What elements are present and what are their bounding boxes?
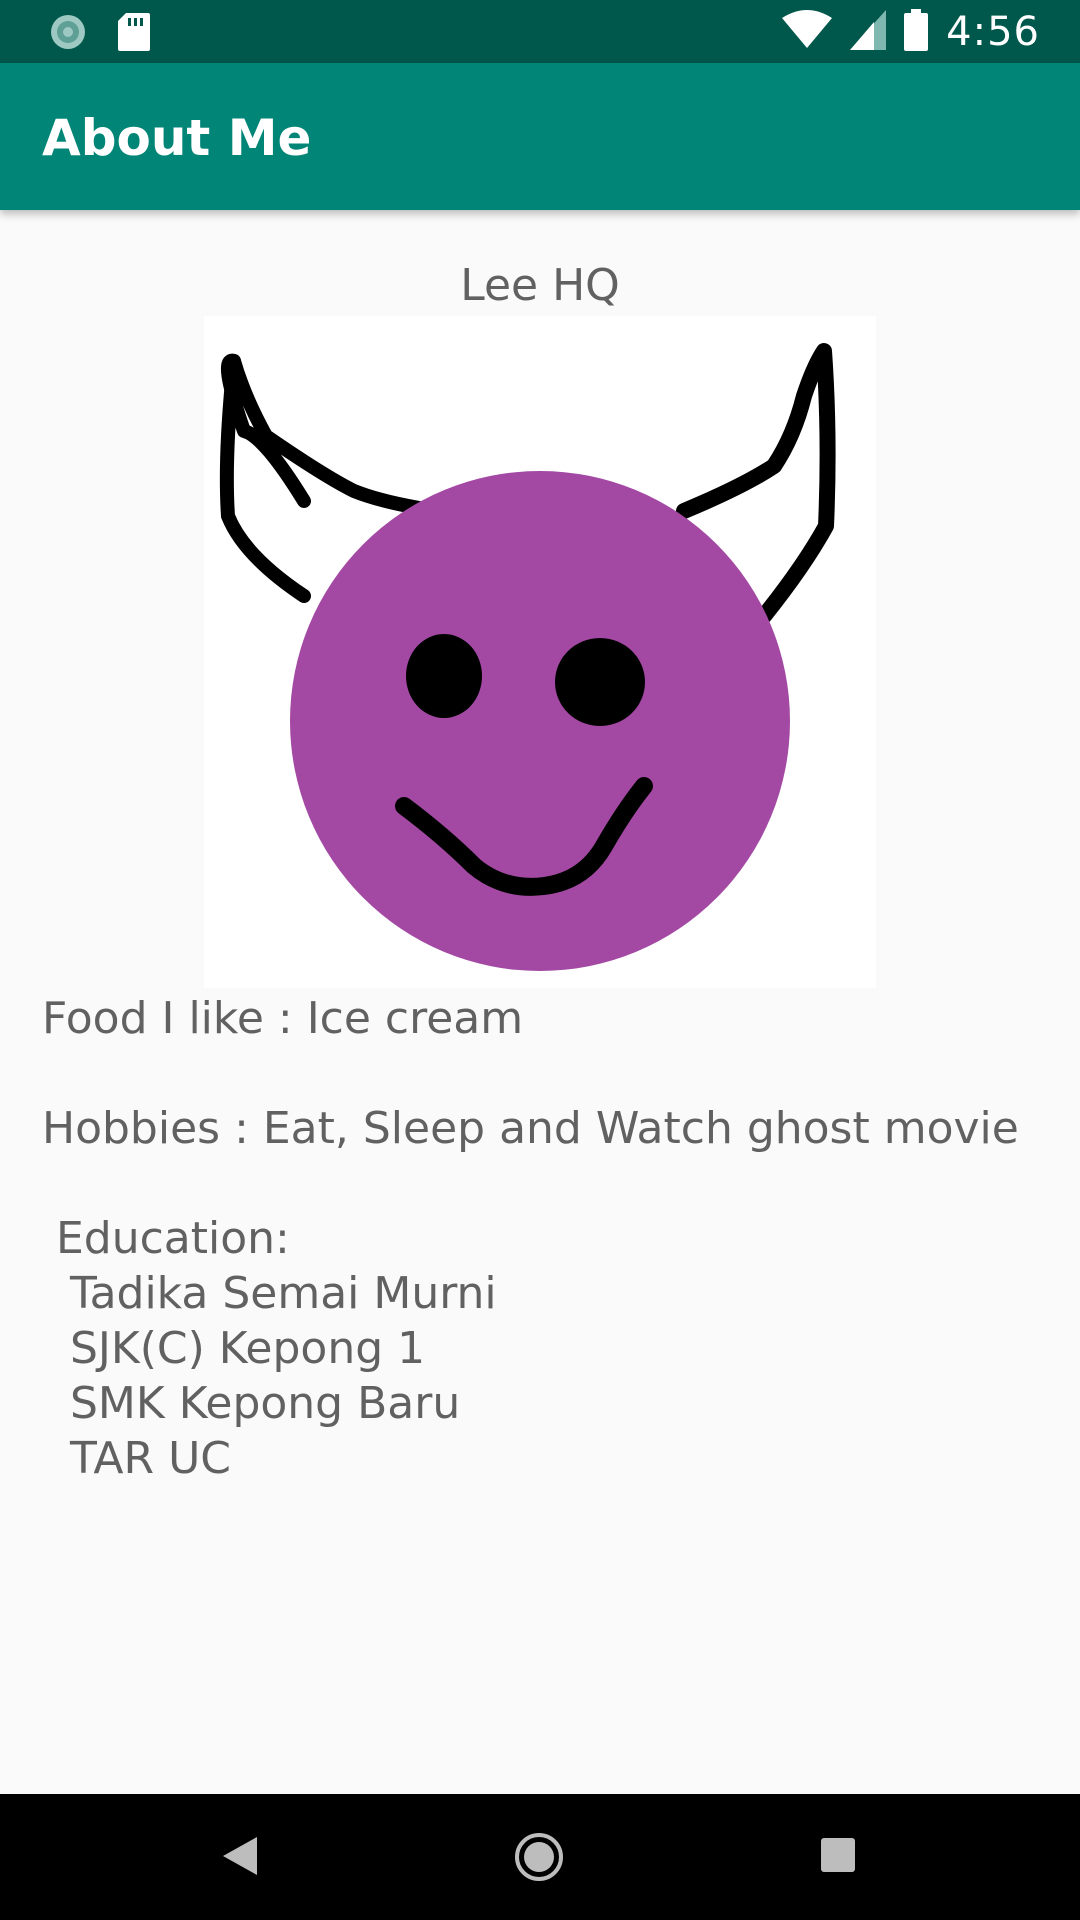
education-item: TAR UC xyxy=(42,1433,232,1484)
avatar xyxy=(204,316,876,988)
education-item: Tadika Semai Murni xyxy=(42,1268,497,1319)
education-item: SJK(C) Kepong 1 xyxy=(42,1323,426,1374)
status-time: 4:56 xyxy=(946,9,1040,55)
profile-name: Lee HQ xyxy=(460,260,620,311)
education-heading: Education: xyxy=(42,1213,290,1264)
education-item: SMK Kepong Baru xyxy=(42,1378,461,1429)
sync-icon xyxy=(48,12,88,56)
food-text: Food I like : Ice cream xyxy=(42,993,524,1044)
status-bar: 4:56 xyxy=(0,0,1080,63)
app-bar: About Me xyxy=(0,63,1080,210)
hobbies-text: Hobbies : Eat, Sleep and Watch ghost mov… xyxy=(42,1103,1019,1154)
recents-icon[interactable] xyxy=(821,1838,855,1876)
main-content: Lee HQ Food I like : Ice cream Hobbies :… xyxy=(0,210,1080,1794)
page-title: About Me xyxy=(42,109,312,167)
wifi-icon xyxy=(782,10,833,54)
sd-card-icon xyxy=(118,13,150,55)
signal-icon xyxy=(850,10,887,54)
navigation-bar xyxy=(0,1794,1080,1920)
home-icon[interactable] xyxy=(514,1832,564,1886)
back-icon[interactable] xyxy=(223,1837,257,1879)
battery-icon xyxy=(904,9,929,55)
